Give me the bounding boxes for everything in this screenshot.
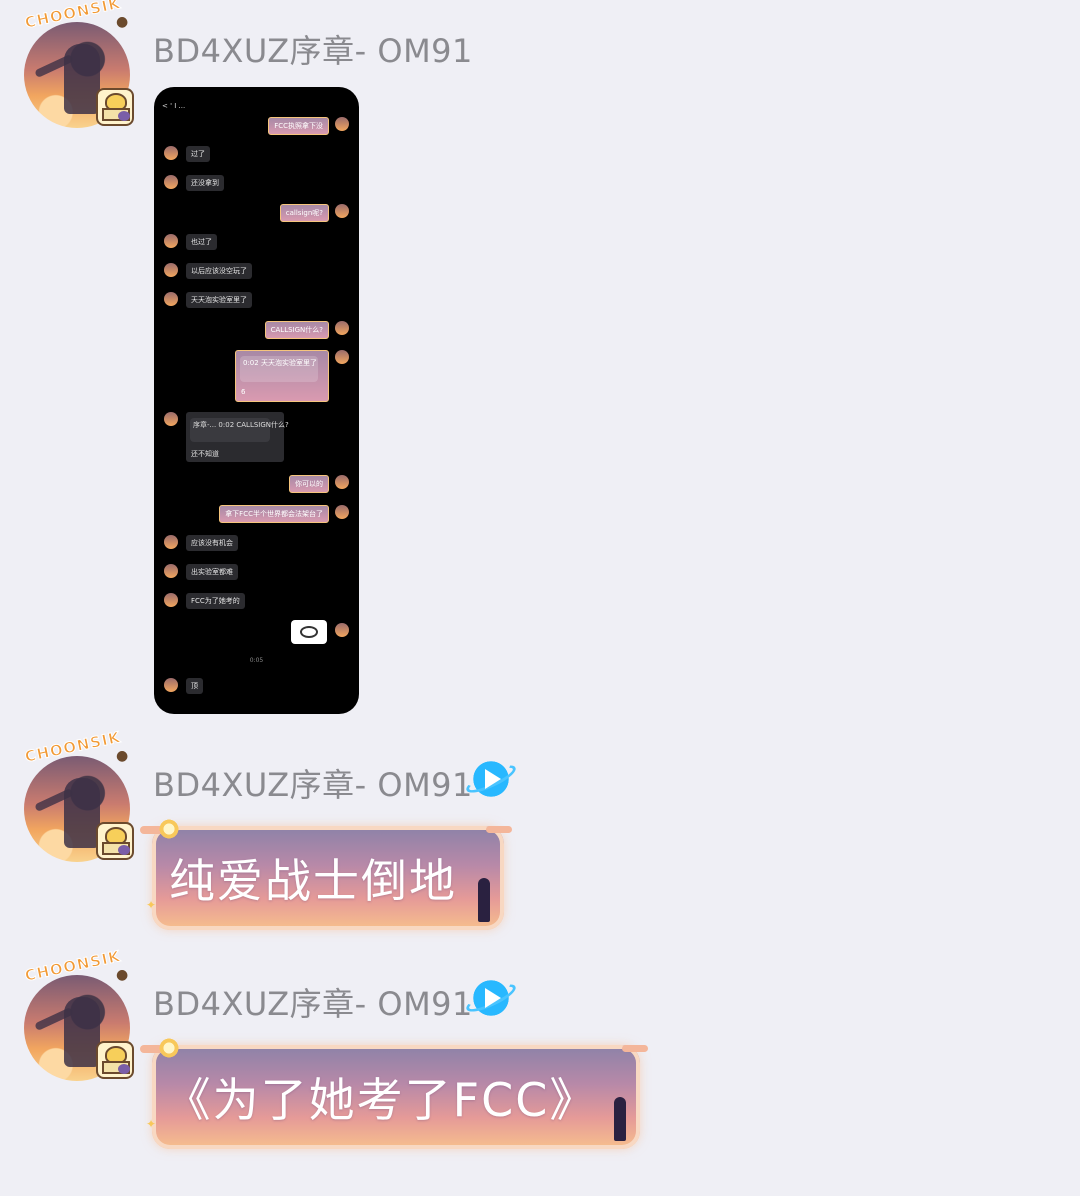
image-chat-row: 天天泡实验室里了: [154, 292, 359, 308]
image-chat-row: FCC执照拿下没: [154, 117, 359, 135]
image-bubble: 顶: [186, 678, 203, 694]
image-chat-row: 过了: [154, 146, 359, 162]
image-avatar: [335, 623, 349, 637]
message-text: 《为了她考了FCC》: [164, 1073, 598, 1127]
image-avatar: [164, 234, 178, 248]
image-avatar: [164, 535, 178, 549]
image-chat-row: 出实验室都难: [154, 564, 359, 580]
image-avatar: [164, 678, 178, 692]
image-bubble: 出实验室都难: [186, 564, 238, 580]
image-avatar: [335, 350, 349, 364]
image-bubble: 你可以的: [289, 475, 329, 493]
verified-play-icon[interactable]: [463, 975, 519, 1021]
image-bubble: 序章-... 0:02 CALLSIGN什么? 还不知道: [186, 412, 289, 462]
image-bubble: 也过了: [186, 234, 217, 250]
pet-badge-icon: [96, 1041, 134, 1079]
paw-icon: ●: [116, 748, 129, 764]
avatar[interactable]: CHOONSIK ●: [22, 0, 134, 128]
image-bubble: 天天泡实验室里了: [186, 292, 252, 308]
paw-icon: ●: [116, 967, 129, 983]
image-bubble: 过了: [186, 146, 210, 162]
image-chat-row: 以后应该没空玩了: [154, 263, 359, 279]
sender-name[interactable]: BD4XUZ序章- OM91: [153, 26, 473, 72]
sender-name[interactable]: BD4XUZ序章- OM91: [153, 979, 473, 1025]
image-chat-row: 应该没有机会: [154, 535, 359, 551]
image-chat-row: CALLSIGN什么?: [154, 321, 359, 339]
image-chat-row: 还没拿到: [154, 175, 359, 191]
message-bubble[interactable]: ✦ 《为了她考了FCC》: [140, 1037, 648, 1149]
image-chat-row: FCC为了她考的: [154, 593, 359, 609]
image-bubble-text: 6: [241, 388, 246, 396]
image-avatar: [164, 175, 178, 189]
sticker-image: [291, 620, 327, 644]
image-bubble-text: 还不知道: [191, 450, 219, 458]
image-avatar: [164, 412, 178, 426]
image-bubble: 应该没有机会: [186, 535, 238, 551]
verified-play-icon[interactable]: [463, 756, 519, 802]
image-quote: 0:02 天天泡实验室里了: [240, 356, 318, 382]
image-avatar: [335, 475, 349, 489]
image-timestamp: 0:05: [249, 657, 264, 664]
image-bubble: callsign呢?: [279, 204, 329, 222]
paw-icon: ●: [116, 14, 129, 30]
image-avatar: [164, 146, 178, 160]
image-bubble: FCC为了她考的: [186, 593, 245, 609]
image-avatar: [335, 204, 349, 218]
image-chat-row: 0:02 天天泡实验室里了 6: [154, 350, 359, 402]
avatar[interactable]: CHOONSIK ●: [22, 947, 134, 1081]
sender-name[interactable]: BD4XUZ序章- OM91: [153, 760, 473, 806]
image-bubble: 拿下FCC半个世界都会法架台了: [219, 505, 329, 523]
pet-badge-icon: [96, 88, 134, 126]
image-chat-row: 序章-... 0:02 CALLSIGN什么? 还不知道: [154, 412, 359, 462]
image-chat-row: 顶: [154, 678, 359, 694]
avatar[interactable]: CHOONSIK ●: [22, 728, 134, 862]
image-avatar: [335, 321, 349, 335]
image-bubble: 还没拿到: [186, 175, 224, 191]
image-bubble: CALLSIGN什么?: [264, 321, 329, 339]
image-chat-row: 拿下FCC半个世界都会法架台了: [154, 505, 359, 523]
image-avatar: [164, 263, 178, 277]
image-bubble: 0:02 天天泡实验室里了 6: [235, 350, 329, 402]
image-chat-row: callsign呢?: [154, 204, 359, 222]
image-chat-row: 你可以的: [154, 475, 359, 493]
image-avatar: [164, 292, 178, 306]
image-bubble: FCC执照拿下没: [268, 117, 329, 135]
message-bubble[interactable]: ✦ 纯爱战士倒地: [140, 818, 512, 930]
image-avatar: [164, 593, 178, 607]
image-avatar: [164, 564, 178, 578]
message-text: 纯爱战士倒地: [169, 854, 457, 908]
screenshot-topbar: < ' I ...: [162, 102, 186, 110]
image-avatar: [335, 117, 349, 131]
image-quote: 序章-... 0:02 CALLSIGN什么?: [190, 418, 289, 442]
image-avatar: [335, 505, 349, 519]
pet-badge-icon: [96, 822, 134, 860]
image-chat-row: 也过了: [154, 234, 359, 250]
screenshot-image[interactable]: < ' I ... FCC执照拿下没 过了 还没拿到 callsign呢? 也过…: [154, 87, 359, 714]
image-bubble: 以后应该没空玩了: [186, 263, 252, 279]
